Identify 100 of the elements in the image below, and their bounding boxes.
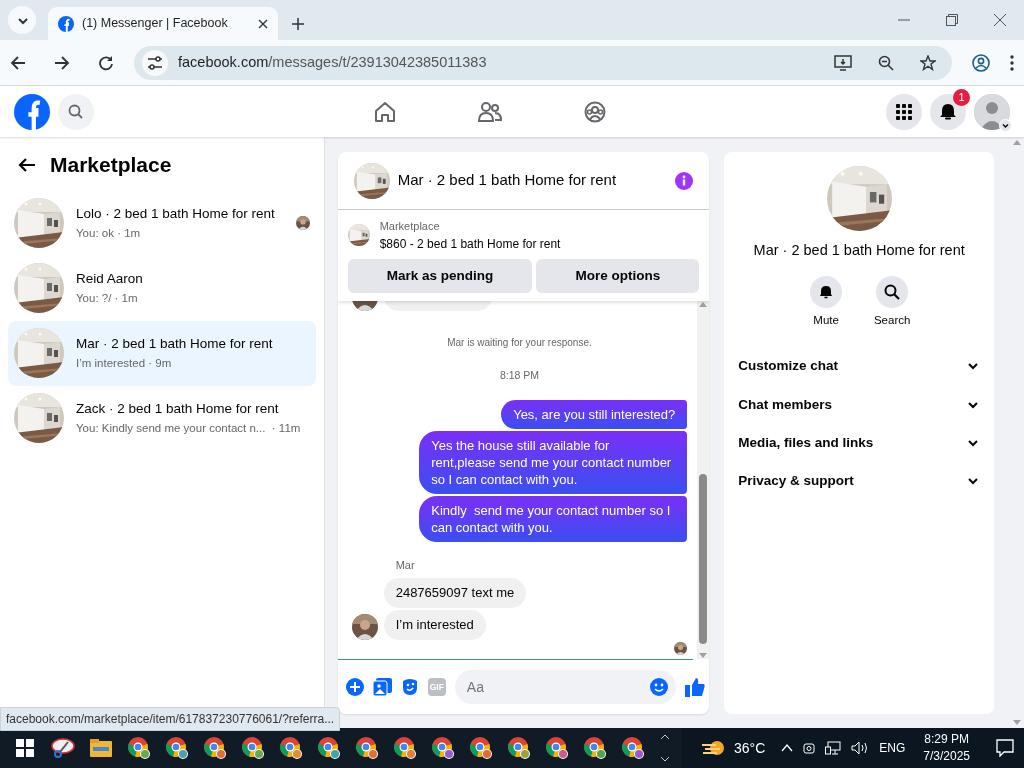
message-field[interactable]: Aa [454,670,676,704]
browser-icon [354,736,379,760]
browser-icon [430,736,455,760]
home-icon [374,100,396,123]
browser-icon [544,736,569,760]
message-preview: You: ?/ · 1m [76,290,139,306]
action-button[interactable]: More options [536,258,700,293]
browser-icon [392,736,417,760]
back-button[interactable] [10,54,26,71]
sticker-button[interactable] [400,678,419,696]
page-title: Marketplace [50,152,172,178]
message-bubble: I’m interested [383,610,486,640]
scroll-up-icon [661,734,669,740]
groups-button[interactable] [584,100,606,123]
photo-button[interactable] [372,678,392,696]
close-tab-button[interactable] [258,18,268,29]
zoom-out-icon [878,54,894,71]
scroll-up-icon [699,300,708,307]
bookmark-button[interactable] [920,54,936,71]
conversation-item[interactable]: Mar · 2 bed 1 bath Home for rent I’m interested · 9m [8,320,316,386]
profile-button[interactable] [972,53,990,72]
conversation-name: Zack · 2 bed 1 bath Home for rent [76,400,280,419]
message-bubble: Yes the house still available for rent,please send me your contact number so I can contact with you. [419,431,688,494]
listing-title: $860 - 2 bed 1 bath Home for rent [379,235,561,253]
emoji-button[interactable] [649,678,668,696]
tab-title: (1) Messenger | Facebook [82,15,229,33]
install-app-button[interactable] [834,54,852,71]
browser-icon [468,736,493,760]
conversation-title: Mar · 2 bed 1 bath Home for rent [752,241,966,260]
monitor-download-icon [834,54,852,71]
chevron-up-icon [781,743,794,753]
star-icon [920,54,936,71]
message-preview: You: Kindly send me your contact n... · 11m [76,420,302,436]
scroll-down-icon [661,756,669,762]
search-icon [884,284,901,300]
message-preview: You: ok · 1m [76,225,142,241]
clock-date: 7/3/2025 [923,748,970,765]
menu-button[interactable] [886,93,922,130]
restore-icon [946,14,958,26]
restore-button[interactable] [946,14,958,26]
section-header[interactable]: Chat members [738,385,980,424]
thumbs-up-icon [684,677,705,697]
back-arrow-icon [18,156,36,173]
folder-icon [89,739,112,757]
message-bubble: Kindly send me your contact number so I can contact with you. [419,496,688,542]
network-icon [825,741,842,755]
friends-button[interactable] [478,100,502,123]
info-button[interactable] [675,171,694,190]
facebook-logo[interactable] [14,93,50,130]
notifications-button[interactable] [930,93,966,130]
search-button[interactable] [58,93,94,130]
message-bubble: Yes, are you still interested? [501,400,688,429]
home-button[interactable] [374,100,396,123]
volume-icon [851,741,870,755]
action-button[interactable]: Mute [801,276,852,330]
section-header[interactable]: Customize chat [738,347,980,386]
bell-icon [819,285,834,299]
chat-bubble-icon [996,739,1014,757]
notification-count: 1 [953,88,970,106]
browser-icon [620,736,645,760]
sender-name: Mar [395,559,415,571]
status-text: Mar is waiting for your response. [447,337,592,348]
add-button[interactable] [345,678,364,696]
conversation-item[interactable]: Reid Aaron You: ?/ · 1m [8,255,316,321]
notifications-button[interactable] [996,739,1014,757]
browser-icon [164,736,189,760]
close-icon [994,14,1006,26]
browser-tab[interactable]: (1) Messenger | Facebook [48,7,278,40]
chat-title: Mar · 2 bed 1 bath Home for rent [397,170,618,191]
caret-icon [999,118,1012,132]
language-indicator[interactable]: ENG [879,739,906,757]
smiley-icon [649,678,668,696]
close-icon [258,18,268,29]
temperature: 36°C [734,738,766,758]
conversation-name: Mar · 2 bed 1 bath Home for rent [76,335,274,354]
account-button[interactable] [974,93,1010,130]
message-input[interactable]: Aa [464,675,650,699]
section-header[interactable]: Privacy & support [738,462,980,501]
action-button[interactable]: Mark as pending [347,258,533,293]
forward-button[interactable] [54,54,70,71]
address-bar[interactable]: facebook.com/messages/t/23913042385011383 [134,45,952,80]
section-header[interactable]: Media, files and links [738,423,980,462]
reload-button[interactable] [98,54,114,71]
image-icon [372,678,392,696]
new-tab-button[interactable] [292,18,304,30]
info-icon [675,171,694,190]
message-preview: I’m interested · 9m [76,355,173,371]
tab-list-button[interactable] [8,6,36,34]
scroll-down-icon [1012,720,1021,726]
conversation-item[interactable]: Lolo · 2 bed 1 bath Home for rent You: ok · 1m [8,190,316,256]
weather-icon [702,739,726,757]
zoom-button[interactable] [878,54,894,71]
menu-button[interactable] [1010,54,1014,71]
back-button[interactable] [18,156,36,173]
like-button[interactable] [684,677,705,697]
conversation-item[interactable]: Zack · 2 bed 1 bath Home for rent You: Kindly send me your contact n... · 11m [8,385,316,451]
close-window-button[interactable] [994,14,1006,26]
scrollbar[interactable] [697,300,710,659]
action-button[interactable]: Search [867,276,918,330]
menu-dots-icon [1010,54,1014,71]
